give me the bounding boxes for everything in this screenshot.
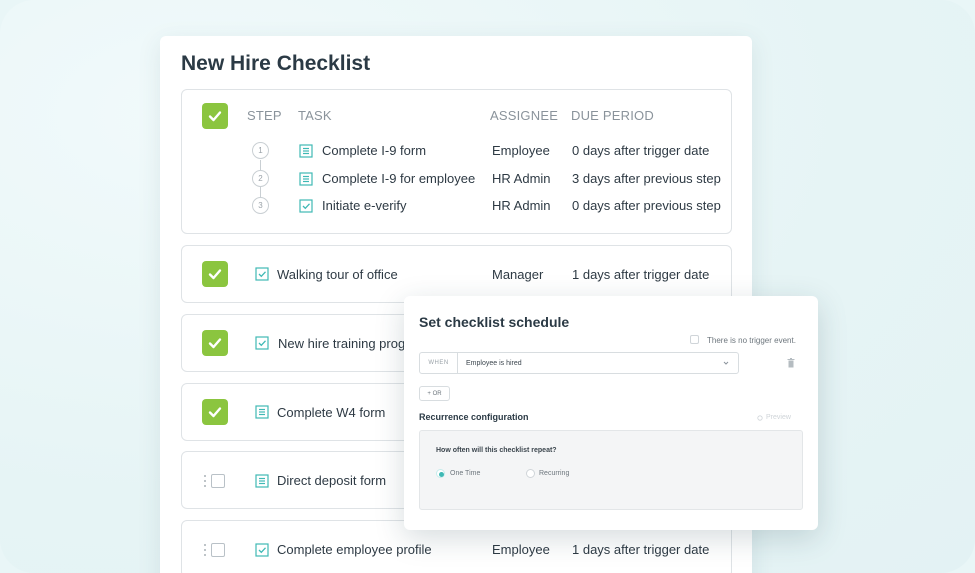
step-number: 2 [252,170,269,187]
eye-icon [757,414,763,421]
task-name[interactable]: Complete employee profile [277,542,432,557]
checkmark-icon [208,111,222,122]
task-assignee: HR Admin [492,171,551,186]
task-name[interactable]: Direct deposit form [277,473,386,488]
task-assignee: Employee [492,143,550,158]
step-number: 3 [252,197,269,214]
schedule-popup: Set checklist schedule There is no trigg… [404,296,818,530]
task-due-period: 0 days after trigger date [572,143,710,158]
step-group-panel[interactable]: STEP TASK ASSIGNEE DUE PERIOD 1 Complete… [181,89,732,234]
task-name[interactable]: Complete W4 form [277,405,385,420]
task-assignee: Employee [492,542,550,557]
task-due-period: 0 days after previous step [572,198,721,213]
header-due-period: DUE PERIOD [571,108,654,123]
task-due-period: 1 days after trigger date [572,267,710,282]
header-assignee: ASSIGNEE [490,108,559,123]
checkbox-task-icon [255,267,269,281]
form-icon [255,405,269,419]
task-name[interactable]: Complete I-9 for employee [322,171,475,186]
task-assignee: Manager [492,267,544,282]
unchecked-checkbox[interactable] [211,474,225,488]
task-name[interactable]: Walking tour of office [277,267,398,282]
form-icon [299,172,313,186]
form-icon [255,474,269,488]
no-trigger-label: There is no trigger event. [707,336,796,345]
task-name[interactable]: Initiate e-verify [322,198,407,213]
trigger-value: Employee is hired [466,359,522,367]
checkmark-icon [208,338,222,349]
trash-icon[interactable] [787,358,795,368]
radio-recurring-label: Recurring [539,470,570,477]
recurrence-box: How often will this checklist repeat? On… [419,430,803,510]
chevron-down-icon [723,361,729,365]
drag-handle-icon[interactable] [203,474,207,488]
add-or-button[interactable]: + OR [419,386,450,401]
checked-checkbox[interactable] [202,399,228,425]
task-due-period: 1 days after trigger date [572,542,710,557]
checklist-item[interactable]: Walking tour of office Manager 1 days af… [181,245,732,303]
unchecked-checkbox[interactable] [211,543,225,557]
checkbox-task-icon [255,543,269,557]
checkbox-task-icon [299,199,313,213]
header-step: STEP [247,108,282,123]
form-icon [299,144,313,158]
task-due-period: 3 days after previous step [572,171,721,186]
task-name[interactable]: Complete I-9 form [322,143,426,158]
drag-handle-icon[interactable] [203,543,207,557]
checkmark-icon [208,269,222,280]
header-task: TASK [298,108,332,123]
checkmark-icon [208,407,222,418]
checkbox-task-icon [255,336,269,350]
preview-link[interactable]: Preview [757,414,791,421]
checked-checkbox[interactable] [202,261,228,287]
radio-one-time-label: One Time [450,470,481,477]
radio-recurring[interactable] [526,469,535,478]
task-name[interactable]: New hire training progr [278,336,410,351]
popup-title: Set checklist schedule [419,314,570,330]
page-title: New Hire Checklist [181,52,371,75]
recurrence-title: Recurrence configuration [419,412,529,422]
preview-label: Preview [766,414,791,421]
trigger-select[interactable]: WHEN Employee is hired [419,352,739,374]
task-assignee: HR Admin [492,198,551,213]
step-number: 1 [252,142,269,159]
checked-checkbox[interactable] [202,103,228,129]
radio-one-time[interactable] [436,469,445,478]
recurrence-question: How often will this checklist repeat? [436,447,557,454]
when-tag: WHEN [420,353,458,373]
checked-checkbox[interactable] [202,330,228,356]
no-trigger-checkbox[interactable] [690,335,699,344]
